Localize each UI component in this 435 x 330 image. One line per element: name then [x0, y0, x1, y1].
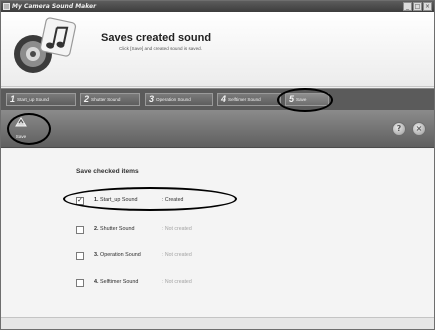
tab-bar: 1 Start_up Sound 2 Shutter Sound 3 Operatio…: [1, 88, 434, 110]
section-title: Save checked items: [76, 168, 139, 175]
save-icon: [15, 117, 27, 127]
checkbox-selftimer-sound[interactable]: [76, 279, 84, 287]
tab-label: Selftimer Sound: [228, 97, 261, 102]
tab-label: Save: [296, 97, 307, 102]
tab-operation-sound[interactable]: 3 Operation Sound: [145, 93, 213, 106]
item-name: 4. Selftimer Sound: [94, 279, 138, 285]
close-icon[interactable]: ×: [423, 2, 432, 11]
item-status: : Not created: [162, 279, 192, 285]
window-title: My Camera Sound Maker: [12, 3, 97, 10]
item-name: 2. Shutter Sound: [94, 226, 134, 232]
item-label: Shutter Sound: [100, 226, 135, 232]
save-button[interactable]: Save: [10, 114, 32, 142]
minimize-icon[interactable]: _: [403, 2, 412, 11]
item-name: 3. Operation Sound: [94, 252, 141, 258]
item-label: Start_up Sound: [100, 197, 138, 203]
title-bar: My Camera Sound Maker _ □ ×: [1, 1, 434, 12]
item-status: : Not created: [162, 252, 192, 258]
page-subtitle: Click [Save] and created sound is saved.: [119, 46, 202, 51]
tab-label: Shutter Sound: [91, 97, 121, 102]
help-icon[interactable]: ?: [392, 122, 406, 136]
item-number: 2.: [94, 226, 99, 232]
main-panel: Save checked items ✓ 1. Start_up Sound :…: [1, 149, 434, 317]
header: Saves created sound Click [Save] and cre…: [1, 12, 434, 87]
tab-shutter-sound[interactable]: 2 Shutter Sound: [80, 93, 140, 106]
tab-start-up-sound[interactable]: 1 Start_up Sound: [6, 93, 76, 106]
close-circle-icon[interactable]: ×: [412, 122, 426, 136]
item-number: 1.: [94, 197, 99, 203]
tab-label: Start_up Sound: [17, 97, 49, 102]
maximize-icon[interactable]: □: [413, 2, 422, 11]
tab-save[interactable]: 5 Save: [285, 93, 329, 106]
tab-number: 5: [289, 94, 295, 104]
item-status: : Created: [162, 197, 184, 203]
item-status: : Not created: [162, 226, 192, 232]
checkbox-operation-sound[interactable]: [76, 252, 84, 260]
status-bar: [1, 317, 434, 329]
speaker-music-note-icon: [14, 17, 77, 73]
tab-number: 2: [84, 94, 90, 104]
app-window: My Camera Sound Maker _ □ × Saves create…: [0, 0, 435, 330]
tab-number: 3: [149, 94, 155, 104]
item-number: 3.: [94, 252, 99, 258]
toolbar: Save ? ×: [1, 110, 434, 148]
tab-number: 1: [10, 94, 16, 104]
checkbox-shutter-sound[interactable]: [76, 226, 84, 234]
app-icon: [3, 3, 10, 10]
tab-number: 4: [221, 94, 227, 104]
item-label: Selftimer Sound: [100, 279, 139, 285]
item-label: Operation Sound: [100, 252, 141, 258]
tab-selftimer-sound[interactable]: 4 Selftimer Sound: [217, 93, 281, 106]
page-title: Saves created sound: [101, 32, 212, 44]
checkbox-start-up-sound[interactable]: ✓: [76, 197, 84, 205]
tab-label: Operation Sound: [156, 97, 191, 102]
item-name: 1. Start_up Sound: [94, 197, 137, 203]
item-number: 4.: [94, 279, 99, 285]
save-button-label: Save: [15, 134, 27, 139]
window-controls: _ □ ×: [403, 2, 432, 11]
